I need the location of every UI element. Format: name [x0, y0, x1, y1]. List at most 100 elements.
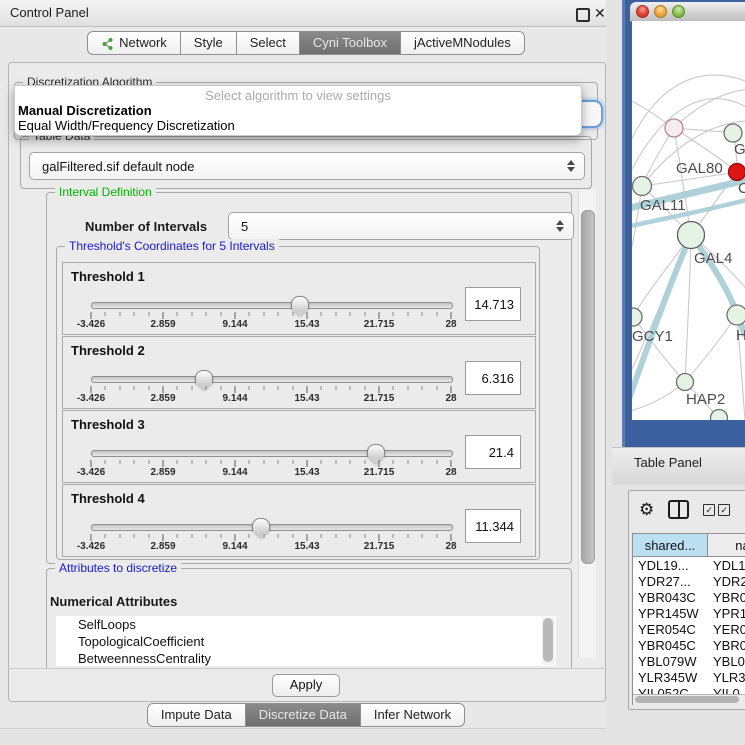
- slider-ticks: [91, 311, 451, 319]
- zoom-traffic-light-icon[interactable]: [672, 5, 685, 18]
- slider-thumb[interactable]: [291, 296, 309, 309]
- node-attribute-table: shared... na YDL19...YDL1YDR27...YDR2YBR…: [632, 533, 745, 705]
- gear-icon[interactable]: ⚙: [639, 501, 654, 518]
- table-row[interactable]: YLR345WYLR3: [633, 670, 745, 686]
- scrollbar-thumb[interactable]: [543, 618, 553, 662]
- network-canvas[interactable]: GAL80 GA C GAL11 GAL4 GCY1 H HAP2: [632, 21, 745, 420]
- node-gal3[interactable]: [724, 124, 742, 142]
- tab-select[interactable]: Select: [236, 31, 300, 55]
- group-title: Interval Definition: [55, 185, 156, 199]
- split-panel-icon[interactable]: [668, 500, 689, 519]
- table-row[interactable]: YDL19...YDL1: [633, 558, 745, 574]
- slider-thumb[interactable]: [367, 444, 385, 457]
- table-row[interactable]: YBR045CYBR0: [633, 638, 745, 654]
- checkbox-icon[interactable]: ✓: [703, 504, 715, 516]
- scrollbar-thumb[interactable]: [581, 210, 595, 564]
- slider-thumb[interactable]: [252, 518, 270, 531]
- table-header-row: shared... na: [633, 534, 745, 558]
- table-row[interactable]: YDR27...YDR2: [633, 574, 745, 590]
- attribute-list-item[interactable]: BetweennessCentrality: [56, 650, 556, 666]
- threshold-2-slider[interactable]: [91, 376, 453, 383]
- algorithm-combo[interactable]: [582, 100, 603, 128]
- table-rows: YDL19...YDL1YDR27...YDR2YBR043CYBR0YPR14…: [633, 558, 745, 695]
- table-row[interactable]: YBR043CYBR0: [633, 590, 745, 606]
- tab-discretize-data[interactable]: Discretize Data: [245, 703, 361, 727]
- table-horizontal-scrollbar[interactable]: [633, 694, 745, 705]
- node-gal11[interactable]: [633, 177, 652, 196]
- tab-style[interactable]: Style: [180, 31, 237, 55]
- table-cell: YBR045C: [633, 638, 708, 654]
- popup-item-equal-width-frequency[interactable]: Equal Width/Frequency Discretization: [18, 118, 235, 133]
- top-tabbar: Network Style Select Cyni Toolbox jActiv…: [0, 31, 612, 55]
- table-cell: YBR043C: [633, 590, 708, 606]
- table-cell: YBL079W: [633, 654, 708, 670]
- attribute-list-item[interactable]: TopologicalCoefficient: [56, 633, 556, 650]
- threshold-label: Threshold 4: [71, 491, 145, 506]
- column-header-shared[interactable]: shared...: [633, 534, 708, 557]
- popup-hint: Select algorithm to view settings: [15, 88, 581, 103]
- table-row[interactable]: YBL079WYBL0: [633, 654, 745, 670]
- node-bottom[interactable]: [711, 410, 728, 421]
- attribute-list-item[interactable]: SelfLoops: [56, 616, 556, 633]
- slider-tick-labels: -3.4262.8599.14415.4321.71528: [91, 319, 451, 331]
- node-label: GAL80: [676, 160, 723, 177]
- tab-impute-data[interactable]: Impute Data: [147, 703, 246, 727]
- group-title: Attributes to discretize: [55, 561, 181, 575]
- threshold-label: Threshold 2: [71, 343, 145, 358]
- node-label: C: [738, 180, 745, 197]
- scrollbar-thumb[interactable]: [635, 696, 739, 703]
- slider-tick-labels: -3.4262.8599.14415.4321.71528: [91, 541, 451, 553]
- table-cell: YDR27...: [633, 574, 708, 590]
- table-data-combo[interactable]: galFiltered.sif default node: [29, 152, 585, 180]
- checkbox-icon[interactable]: ✓: [718, 504, 730, 516]
- node-gal80[interactable]: [665, 119, 683, 137]
- node-label: H: [736, 327, 745, 344]
- tab-cyni-toolbox[interactable]: Cyni Toolbox: [299, 31, 401, 55]
- slider-ticks: [91, 533, 451, 541]
- threshold-4-box: Threshold 4 -3.4262.8599.14415.4321.7152…: [62, 484, 536, 557]
- table-row[interactable]: YER054CYER0: [633, 622, 745, 638]
- group-title: Threshold's Coordinates for 5 Intervals: [65, 239, 279, 253]
- threshold-2-value-field[interactable]: [465, 361, 521, 395]
- node-gcy1[interactable]: [632, 308, 642, 326]
- column-header-name[interactable]: na: [708, 534, 745, 557]
- numerical-attributes-list: SelfLoopsTopologicalCoefficientBetweenne…: [56, 616, 556, 666]
- slider-tick-labels: -3.4262.8599.14415.4321.71528: [91, 467, 451, 479]
- stepper-arrows-icon: [556, 220, 564, 232]
- threshold-4-value-field[interactable]: [465, 509, 521, 543]
- tab-jactivemnodules[interactable]: jActiveMNodules: [400, 31, 525, 55]
- network-icon: [101, 37, 114, 50]
- combo-value: galFiltered.sif default node: [42, 159, 194, 174]
- tab-infer-network[interactable]: Infer Network: [360, 703, 465, 727]
- threshold-1-value-field[interactable]: [465, 287, 521, 321]
- network-graph: GAL80 GA C GAL11 GAL4 GCY1 H HAP2: [632, 21, 745, 420]
- tab-network[interactable]: Network: [87, 31, 181, 55]
- num-intervals-combo[interactable]: 5: [228, 212, 574, 240]
- attributes-list-scrollbar[interactable]: [542, 617, 555, 665]
- threshold-3-value-field[interactable]: [465, 435, 521, 469]
- table-cell: YER0: [708, 622, 745, 638]
- float-window-icon[interactable]: [576, 8, 590, 22]
- network-view-window: GAL80 GA C GAL11 GAL4 GCY1 H HAP2: [622, 0, 745, 447]
- threshold-3-slider[interactable]: [91, 450, 453, 457]
- close-icon[interactable]: ✕: [594, 4, 606, 22]
- table-cell: YBR0: [708, 638, 745, 654]
- node-gal4[interactable]: [678, 222, 705, 249]
- node-hap2[interactable]: [677, 374, 694, 391]
- popup-item-manual-discretization[interactable]: Manual Discretization: [18, 103, 152, 118]
- panel-title: Control Panel: [10, 0, 89, 26]
- table-row[interactable]: YPR145WYPR1: [633, 606, 745, 622]
- apply-row: Apply: [8, 668, 604, 703]
- threshold-1-slider[interactable]: [91, 302, 453, 309]
- threshold-4-slider[interactable]: [91, 524, 453, 531]
- table-cell: YLR345W: [633, 670, 708, 686]
- close-traffic-light-icon[interactable]: [636, 5, 649, 18]
- slider-thumb[interactable]: [195, 370, 213, 383]
- node-selected-red[interactable]: [729, 164, 745, 181]
- network-window-titlebar[interactable]: [630, 2, 745, 22]
- table-cell: YDR2: [708, 574, 745, 590]
- minimize-traffic-light-icon[interactable]: [654, 5, 667, 18]
- node-h[interactable]: [727, 305, 745, 325]
- content-vertical-scrollbar[interactable]: [578, 190, 596, 658]
- apply-button[interactable]: Apply: [272, 674, 340, 697]
